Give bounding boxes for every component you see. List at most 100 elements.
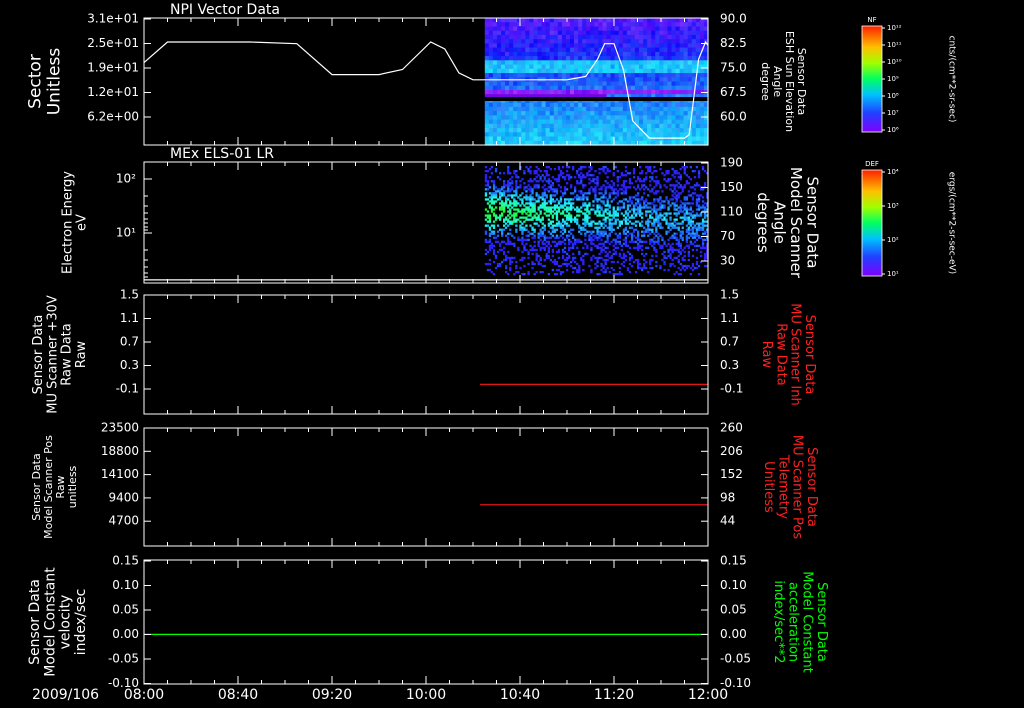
els-spectrogram-cell bbox=[494, 256, 498, 260]
els-spectrogram-cell bbox=[600, 262, 603, 266]
els-spectrogram-cell bbox=[499, 242, 502, 245]
els-spectrogram-cell bbox=[600, 200, 603, 203]
els-spectrogram-cell bbox=[600, 264, 603, 268]
els-spectrogram-cell bbox=[679, 210, 682, 213]
els-spectrogram-cell bbox=[537, 180, 540, 183]
els-spectrogram-cell bbox=[488, 232, 492, 235]
els-spectrogram-cell bbox=[701, 232, 705, 235]
els-spectrogram-cell bbox=[693, 226, 697, 229]
npi-spectrogram-cell bbox=[655, 123, 660, 129]
els-spectrogram-cell bbox=[505, 271, 508, 274]
npi-spectrogram-cell bbox=[533, 111, 539, 116]
els-spectrogram-cell bbox=[541, 206, 544, 209]
els-spectrogram-cell bbox=[685, 230, 688, 233]
npi-spectrogram-cell bbox=[582, 22, 587, 27]
els-spectrogram-cell bbox=[505, 234, 508, 237]
els-spectrogram-cell bbox=[545, 174, 548, 177]
npi-spectrogram-cell bbox=[614, 60, 620, 66]
els-spectrogram-cell bbox=[568, 242, 571, 245]
npi-spectrogram-cell bbox=[655, 85, 660, 91]
els-spectrogram-cell bbox=[545, 244, 548, 247]
npi-spectrogram-cell bbox=[537, 22, 543, 27]
els-spectrogram-cell bbox=[513, 216, 516, 219]
els-spectrogram-cell bbox=[509, 178, 512, 181]
npi-spectrogram-cell bbox=[614, 39, 620, 44]
els-spectrogram-cell bbox=[647, 168, 650, 171]
els-spectrogram-cell bbox=[616, 214, 619, 217]
els-spectrogram-cell bbox=[701, 222, 705, 225]
els-spectrogram-cell bbox=[484, 198, 488, 201]
els-spectrogram-cell bbox=[653, 222, 656, 225]
npi-spectrogram-cell bbox=[667, 102, 673, 108]
npi-spectrogram-cell bbox=[533, 85, 539, 91]
npi-spectrogram-cell bbox=[565, 51, 571, 57]
els-spectrogram-cell bbox=[669, 248, 672, 252]
els-spectrogram-cell bbox=[602, 232, 605, 235]
npi-spectrogram-cell bbox=[630, 136, 636, 142]
els-spectrogram-cell bbox=[507, 238, 510, 241]
els-spectrogram-cell bbox=[616, 234, 619, 237]
els-spectrogram-cell bbox=[637, 258, 640, 262]
els-spectrogram-cell bbox=[537, 232, 540, 235]
els-spectrogram-cell bbox=[492, 202, 496, 205]
npi-spectrogram-cell bbox=[488, 18, 494, 23]
els-spectrogram-cell bbox=[645, 246, 648, 249]
npi-spectrogram-cell bbox=[553, 128, 559, 133]
npi-spectrogram-cell bbox=[557, 128, 563, 133]
npi-spectrogram-cell bbox=[687, 39, 693, 44]
npi-spectrogram-cell bbox=[671, 47, 677, 53]
els-spectrogram-cell bbox=[693, 240, 697, 243]
els-spectrogram-cell bbox=[645, 230, 648, 233]
npi-spectrogram-cell bbox=[521, 64, 526, 70]
els-spectrogram-cell bbox=[655, 170, 658, 173]
els-spectrogram-cell bbox=[557, 250, 561, 254]
npi-spectrogram-cell bbox=[618, 47, 624, 53]
els-spectrogram-cell bbox=[685, 210, 688, 213]
els-spectrogram-cell bbox=[509, 202, 512, 205]
npi-spectrogram-cell bbox=[659, 123, 664, 129]
els-spectrogram-cell bbox=[653, 186, 656, 189]
npi-spectrogram-cell bbox=[549, 73, 555, 78]
npi-spectrogram-cell bbox=[484, 73, 490, 78]
plot-canvas: NPI Vector Data3.1e+012.5e+011.9e+011.2e… bbox=[0, 0, 1024, 708]
npi-spectrogram-cell bbox=[578, 43, 583, 49]
els-spectrogram-cell bbox=[622, 184, 626, 187]
els-spectrogram-cell bbox=[604, 188, 607, 191]
els-spectrogram-cell bbox=[535, 248, 538, 252]
npi-spectrogram-cell bbox=[590, 132, 595, 138]
els-spectrogram-cell bbox=[620, 206, 623, 209]
els-spectrogram-cell bbox=[632, 170, 636, 173]
els-spectrogram-cell bbox=[663, 260, 666, 264]
els-spectrogram-cell bbox=[590, 230, 593, 233]
els-spectrogram-cell bbox=[568, 178, 571, 181]
els-spectrogram-cell bbox=[647, 170, 650, 173]
els-spectrogram-cell bbox=[628, 182, 632, 185]
npi-spectrogram-cell bbox=[525, 47, 530, 53]
npi-spectrogram-cell bbox=[549, 85, 555, 91]
els-spectrogram-cell bbox=[610, 214, 613, 217]
els-spectrogram-cell bbox=[494, 266, 498, 270]
els-spectrogram-cell bbox=[695, 214, 699, 217]
els-spectrogram-cell bbox=[671, 226, 674, 229]
els-spectrogram-cell bbox=[484, 192, 488, 195]
els-spectrogram-cell bbox=[693, 184, 697, 187]
npi-spectrogram-cell bbox=[549, 56, 555, 61]
els-spectrogram-cell bbox=[568, 212, 571, 215]
npi-spectrogram-cell bbox=[549, 102, 555, 108]
els-spectrogram-cell bbox=[655, 234, 658, 237]
els-spectrogram-cell bbox=[695, 266, 699, 270]
els-spectrogram-cell bbox=[596, 264, 599, 268]
npi-spectrogram-cell bbox=[513, 81, 518, 87]
npi-spectrogram-cell bbox=[488, 47, 494, 53]
els-spectrogram-cell bbox=[525, 166, 528, 169]
els-spectrogram-cell bbox=[639, 172, 642, 175]
els-spectrogram-cell bbox=[515, 208, 518, 211]
y-tick-label-right: 0.00 bbox=[720, 627, 747, 641]
els-spectrogram-cell bbox=[561, 271, 565, 274]
els-spectrogram-cell bbox=[649, 184, 652, 187]
npi-spectrogram-cell bbox=[529, 51, 535, 57]
els-spectrogram-cell bbox=[588, 264, 591, 268]
els-spectrogram-cell bbox=[517, 248, 520, 252]
els-spectrogram-cell bbox=[511, 188, 514, 191]
els-spectrogram-cell bbox=[655, 198, 658, 201]
